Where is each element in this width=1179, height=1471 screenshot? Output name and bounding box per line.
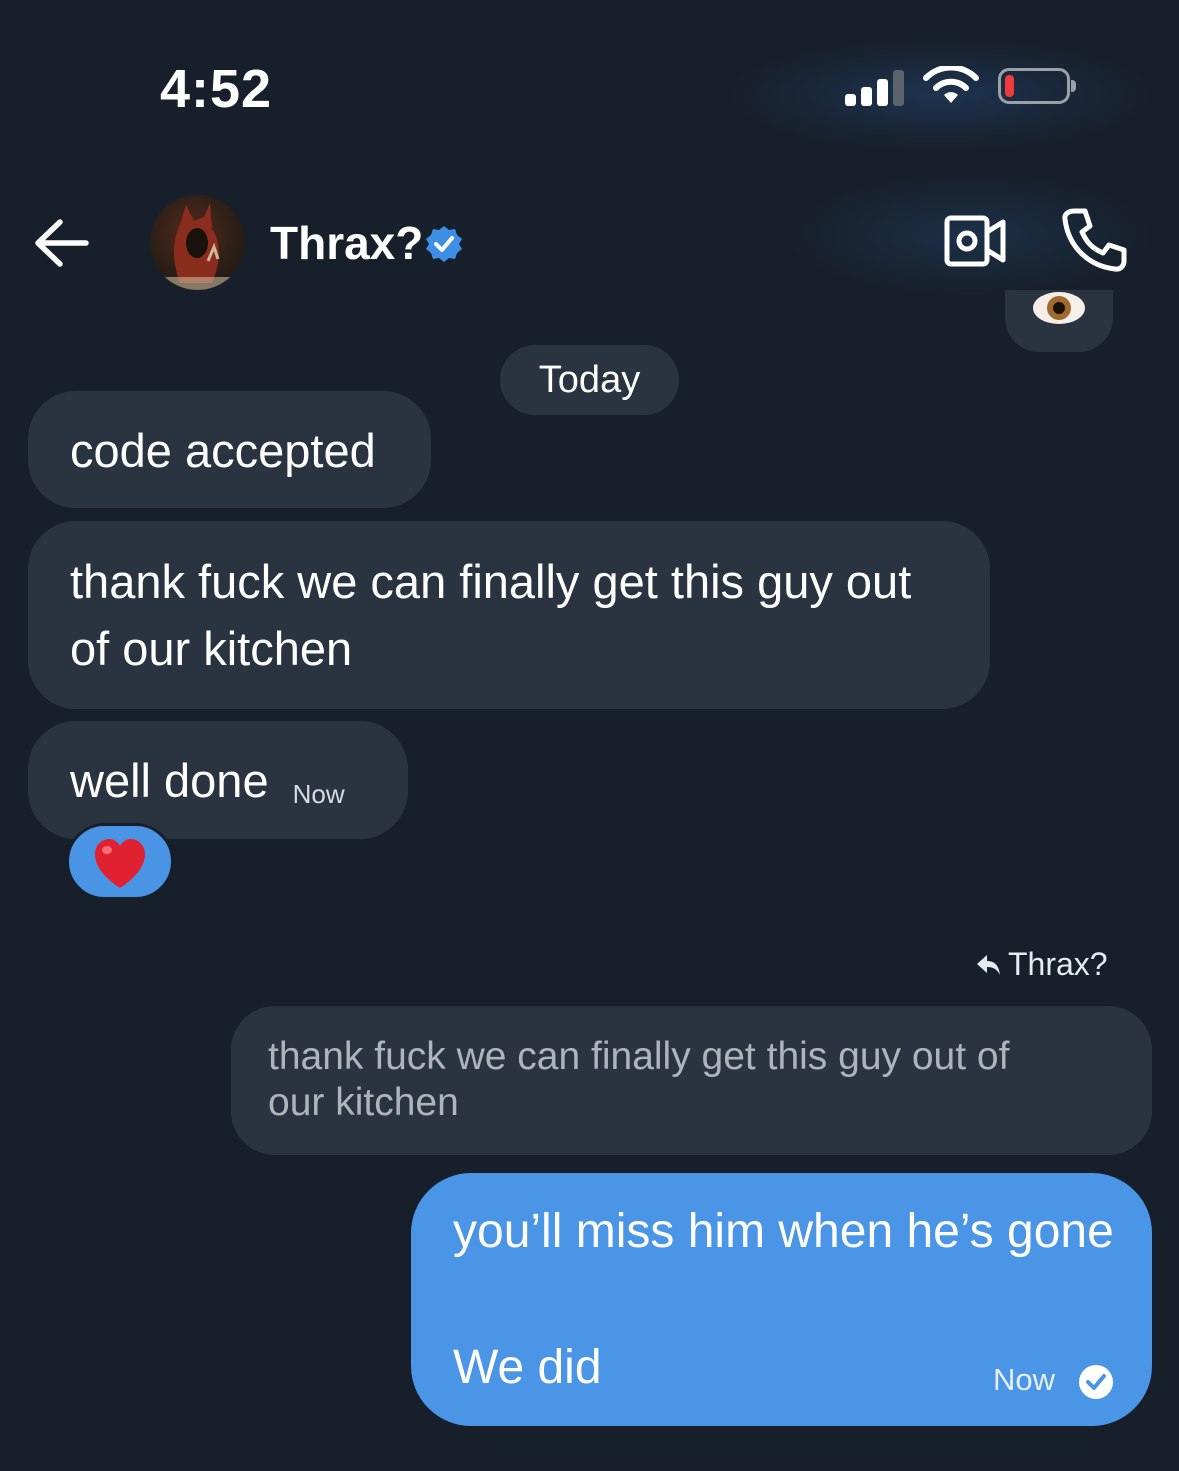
reply-label: Thrax?: [976, 946, 1108, 983]
eye-reaction[interactable]: [1005, 290, 1113, 352]
quoted-message[interactable]: thank fuck we can finally get this guy o…: [231, 1006, 1152, 1155]
contact-name[interactable]: Thrax?: [270, 216, 423, 270]
battery-icon: [998, 68, 1076, 104]
message-bubble[interactable]: thank fuck we can finally get this guy o…: [28, 521, 990, 709]
message-text: well done: [70, 754, 269, 807]
phone-icon[interactable]: [1060, 206, 1128, 274]
reply-to-name: Thrax?: [1008, 946, 1108, 982]
wifi-icon: [923, 66, 979, 103]
message-bubble[interactable]: well done Now: [28, 721, 408, 839]
heart-reaction[interactable]: [66, 823, 174, 900]
cellular-signal-icon: [845, 70, 905, 106]
sent-text-line-1: you’ll miss him when he’s gone: [453, 1205, 1114, 1258]
message-text: thank fuck we can finally get this guy o…: [70, 555, 912, 675]
video-call-icon[interactable]: [943, 214, 1007, 268]
message-text: code accepted: [70, 424, 376, 477]
reply-icon: [977, 955, 1000, 975]
message-bubble[interactable]: code accepted: [28, 391, 431, 508]
sent-time: Now: [993, 1362, 1056, 1397]
date-separator: Today: [500, 345, 679, 415]
quoted-text: thank fuck we can finally get this guy o…: [268, 1035, 1010, 1124]
verified-badge-icon: [426, 226, 462, 262]
sent-check-icon: [1079, 1365, 1113, 1399]
back-arrow-icon[interactable]: [32, 214, 90, 272]
status-time: 4:52: [160, 59, 273, 119]
avatar[interactable]: [150, 195, 245, 290]
message-time: Now: [292, 779, 345, 809]
